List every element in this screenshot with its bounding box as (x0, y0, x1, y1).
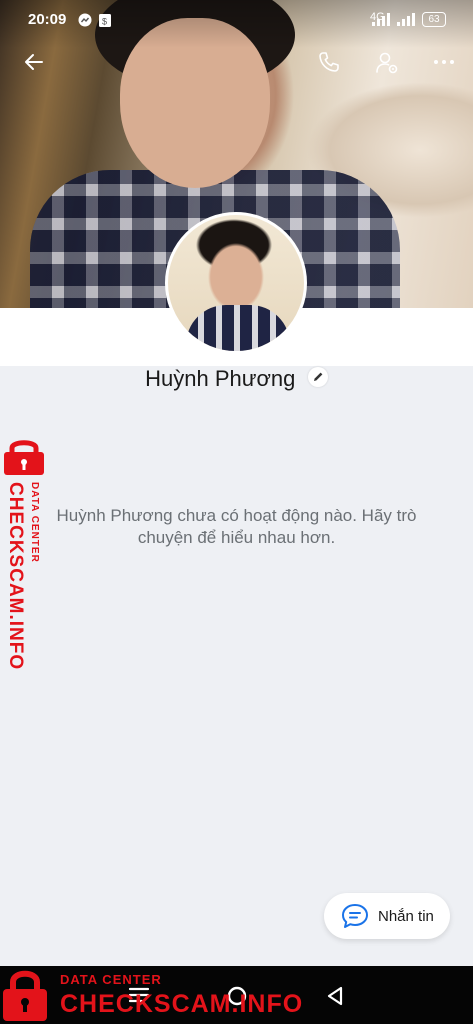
status-bar: 20:09 $ 4G 63 (0, 0, 473, 40)
status-time: 20:09 (28, 11, 67, 28)
message-button-label: Nhắn tin (378, 907, 434, 925)
message-button[interactable]: Nhắn tin (324, 893, 450, 939)
watermark-left-site: CHECKSCAM.INFO (5, 482, 26, 671)
signal-icon-2 (397, 13, 415, 26)
empty-activity-message: Huỳnh Phương chưa có hoạt động nào. Hãy … (56, 506, 417, 547)
watermark-left: CHECKSCAM.INFO DATA CENTER (2, 437, 48, 671)
back-arrow-icon[interactable] (22, 50, 46, 74)
user-settings-icon[interactable] (374, 50, 400, 76)
pencil-icon (313, 372, 323, 381)
profile-name-row: Huỳnh Phương (0, 366, 473, 396)
status-app-icons: $ (78, 12, 116, 31)
padlock-icon (4, 440, 44, 475)
profile-name: Huỳnh Phương (145, 366, 296, 391)
padlock-icon-bottom (3, 970, 47, 1021)
svg-text:$: $ (102, 17, 107, 27)
chat-bubble-icon (342, 904, 368, 928)
watermark-bottom-label: DATA CENTER (60, 972, 162, 987)
signal-icon (372, 13, 390, 26)
avatar[interactable] (165, 212, 307, 354)
watermark-bottom-site: CHECKSCAM.INFO (60, 990, 304, 1018)
edit-name-button[interactable] (307, 367, 328, 387)
messenger-icon: $ (78, 13, 111, 27)
more-dots-icon[interactable] (432, 50, 456, 74)
watermark-left-label: DATA CENTER (29, 482, 40, 563)
watermark-bottom: DATA CENTER CHECKSCAM.INFO (0, 966, 473, 1024)
battery-level: 63 (422, 12, 446, 27)
phone-icon[interactable] (317, 50, 341, 74)
